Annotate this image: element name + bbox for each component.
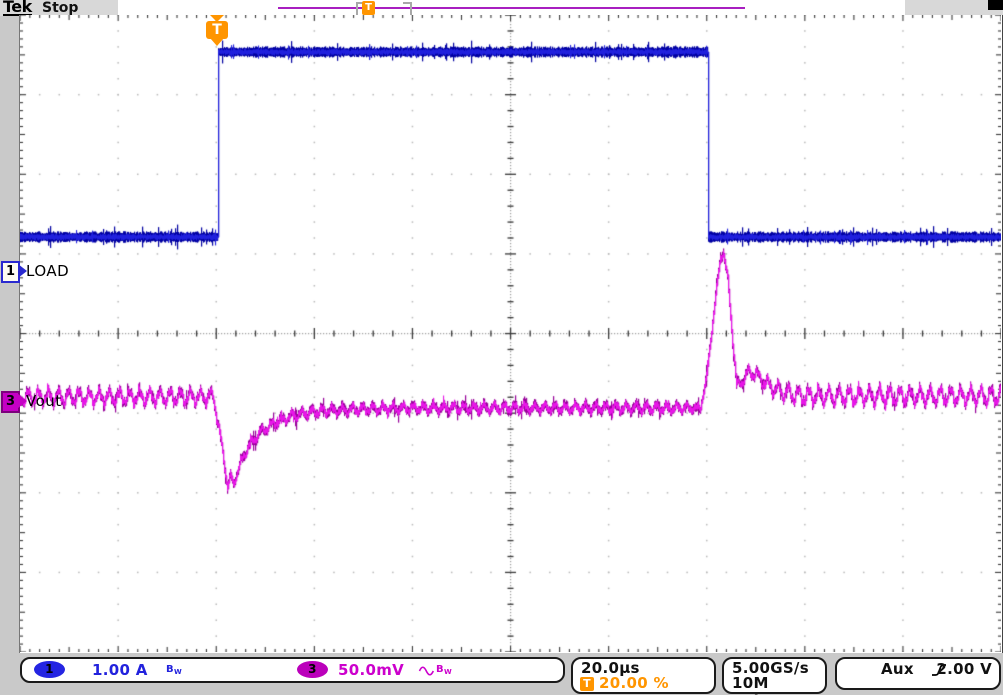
trigger-position-percent: 20.00 %: [599, 674, 669, 692]
ch3-badge[interactable]: 3: [297, 661, 328, 678]
record-view-waveform-line: [278, 7, 745, 9]
oscilloscope-screen: Tek Stop T T 1 LOAD 3 Vout 1 1.00 A BW 3…: [0, 0, 1003, 695]
ch3-bandwidth-icon: BW: [436, 660, 452, 682]
acquisition-readout-box: 5.00GS/s 10M points: [722, 657, 827, 694]
channel-readout-box: 1 1.00 A BW 3 50.0mV BW: [20, 657, 565, 683]
waveform-canvas: [20, 15, 1001, 652]
ch3-scale-readout: 50.0mV: [338, 659, 404, 681]
record-length: 10M points: [732, 674, 825, 695]
tek-logo: Tek: [3, 0, 32, 16]
graticule-area: [19, 15, 1003, 653]
record-view-bar: [118, 0, 905, 16]
timebase-readout-box: 20.0µs T 20.00 %: [571, 657, 716, 694]
aux-trigger-readout-box: Aux 2.00 V: [835, 657, 1001, 690]
acquisition-status: Stop: [42, 0, 78, 16]
record-view-trigger-marker[interactable]: T: [362, 1, 375, 15]
ch1-scale-readout: 1.00 A: [92, 659, 148, 681]
ch1-bandwidth-icon: BW: [166, 660, 182, 682]
trigger-level: 2.00 V: [936, 660, 992, 678]
ch3-position-marker[interactable]: 3: [1, 391, 20, 413]
trigger-position-icon: T: [580, 677, 594, 691]
top-status-bar: Tek Stop T: [0, 0, 1003, 16]
trigger-position-flag[interactable]: T: [206, 21, 228, 39]
bottom-status-bar: 1 1.00 A BW 3 50.0mV BW 20.0µs T 20.00 %…: [0, 653, 1003, 695]
ch1-position-marker[interactable]: 1: [1, 261, 20, 283]
ch3-waveform-label: Vout: [26, 392, 62, 410]
ch1-badge[interactable]: 1: [34, 661, 65, 678]
trigger-source: Aux: [881, 660, 914, 678]
ch3-coupling-wave-icon: [418, 663, 435, 681]
ch1-waveform-label: LOAD: [26, 262, 69, 280]
corner-indicator: [988, 0, 1003, 10]
